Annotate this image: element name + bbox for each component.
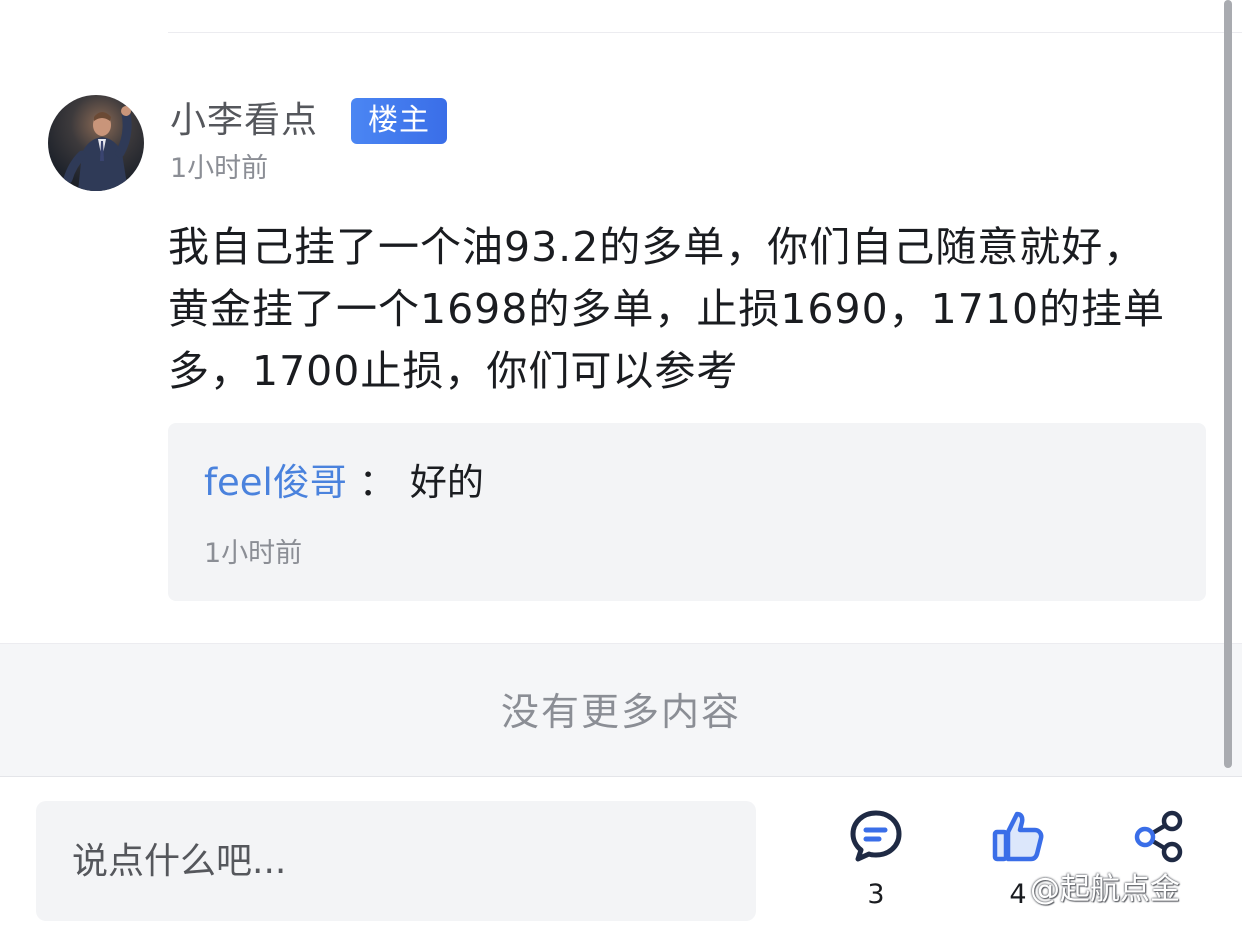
no-more-content-text: 没有更多内容	[500, 690, 741, 734]
watermark: @起航点金	[1030, 872, 1180, 907]
avatar-image	[63, 106, 132, 191]
scrollbar[interactable]	[1224, 0, 1232, 768]
post-body-text: 我自己挂了一个油93.2的多单，你们自己随意就好，黄金挂了一个1698的多单，止…	[168, 223, 1166, 395]
end-of-list-section: 没有更多内容	[0, 643, 1242, 777]
comment-count: 3	[867, 879, 885, 910]
reply-text: 好的	[409, 461, 484, 504]
op-badge: 楼主	[351, 98, 447, 144]
top-divider	[168, 32, 1242, 33]
reply-box[interactable]: feel俊哥 ： 好的 1小时前	[168, 423, 1206, 601]
thumbs-up-icon	[992, 811, 1044, 862]
share-icon	[1134, 810, 1183, 863]
post-time: 1小时前	[170, 153, 269, 184]
post-author-name[interactable]: 小李看点	[170, 98, 318, 144]
comment-bubble-icon	[850, 810, 902, 862]
comment-input[interactable]	[36, 801, 756, 921]
reply-author-name[interactable]: feel俊哥	[204, 461, 347, 504]
reply-line: feel俊哥 ： 好的	[204, 459, 484, 507]
avatar[interactable]	[48, 95, 144, 191]
reply-time: 1小时前	[204, 538, 303, 569]
comment-button[interactable]: 3	[821, 808, 931, 918]
reply-separator: ：	[358, 461, 396, 504]
bottom-bar-divider	[0, 776, 1242, 777]
